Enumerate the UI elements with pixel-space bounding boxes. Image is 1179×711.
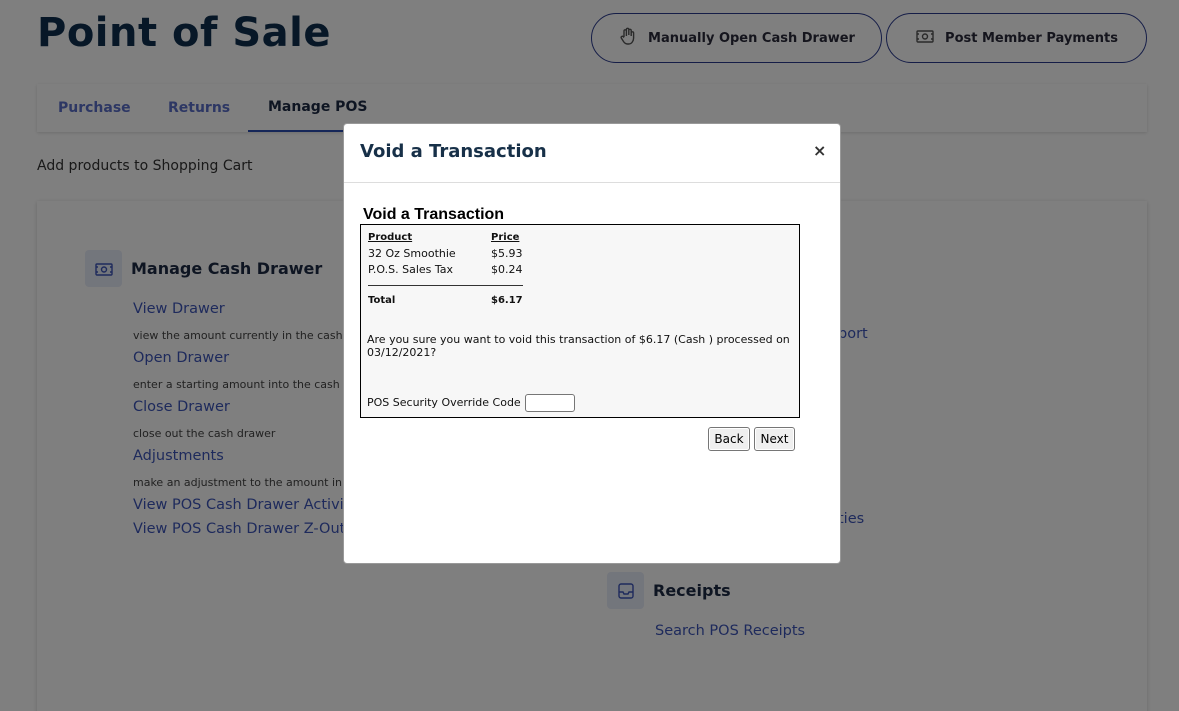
transaction-summary: Product Price 32 Oz Smoothie $5.93 P.O.S…: [360, 224, 800, 418]
override-code-label: POS Security Override Code: [367, 396, 521, 409]
product-column-header: Product: [368, 232, 413, 243]
void-transaction-modal: Void a Transaction × Void a Transaction …: [343, 123, 841, 564]
inner-title: Void a Transaction: [363, 206, 505, 223]
total-label: Total: [368, 295, 396, 306]
product-cell: 32 Oz Smoothie: [368, 247, 456, 260]
back-button[interactable]: Back: [708, 427, 750, 451]
product-cell: P.O.S. Sales Tax: [368, 263, 454, 276]
total-value: $6.17: [491, 295, 523, 306]
total-divider: [368, 285, 523, 286]
price-cell: $0.24: [491, 263, 523, 276]
close-icon[interactable]: ×: [813, 141, 826, 160]
override-code-input[interactable]: [525, 394, 575, 412]
price-column-header: Price: [491, 232, 520, 243]
price-cell: $5.93: [491, 247, 523, 260]
next-button[interactable]: Next: [754, 427, 795, 451]
modal-header: Void a Transaction ×: [344, 124, 840, 183]
modal-title: Void a Transaction: [360, 141, 547, 162]
confirm-message: Are you sure you want to void this trans…: [367, 333, 790, 359]
